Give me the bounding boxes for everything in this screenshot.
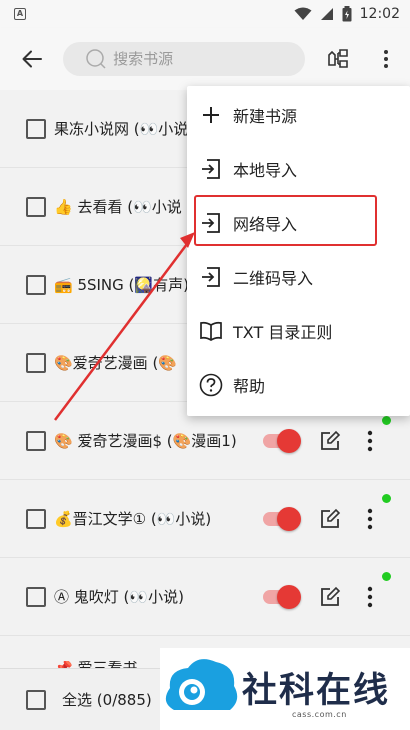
watermark-text: 社科在线 (242, 671, 391, 711)
menu-item-label: 网络导入 (233, 215, 298, 234)
enable-switch[interactable] (263, 506, 301, 531)
menu-item-local-import[interactable]: 本地导入 (187, 142, 410, 196)
row-checkbox[interactable] (26, 352, 46, 373)
select-all-checkbox[interactable] (26, 689, 46, 710)
list-item[interactable]: Ⓐ 鬼吹灯 (👀小说) (0, 558, 410, 636)
plus-icon (199, 103, 223, 127)
switch-knob (277, 506, 301, 531)
menu-item-help[interactable]: 帮助 (187, 358, 410, 412)
more-vert-icon[interactable] (362, 585, 378, 609)
watermark-logo (165, 659, 238, 710)
more-vert-icon (384, 50, 389, 68)
notification-icon: A (14, 8, 26, 20)
menu-item-qrcode-import[interactable]: 二维码导入 (187, 250, 410, 304)
search-input[interactable] (113, 50, 294, 68)
list-item[interactable]: 💰晋江文学① (👀小说) (0, 480, 410, 558)
battery-icon (342, 6, 352, 22)
update-dot (382, 572, 391, 581)
source-name: 🎨爱奇艺漫画 (🎨 (54, 354, 177, 372)
selection-count: (0/885) (96, 691, 152, 709)
menu-item-label: 二维码导入 (233, 269, 314, 288)
signal-icon (320, 8, 333, 20)
row-checkbox[interactable] (26, 196, 46, 217)
import-icon (199, 157, 223, 181)
import-icon (199, 265, 223, 289)
menu-item-network-import[interactable]: 网络导入 (187, 196, 410, 250)
row-checkbox[interactable] (26, 274, 46, 295)
row-checkbox[interactable] (26, 586, 46, 607)
source-name: 果冻小说网 (👀小说 (54, 120, 189, 138)
search-icon (86, 49, 106, 69)
overflow-menu: 新建书源 本地导入 网络导入 二维码导入 TXT 目录正则 帮助 (187, 86, 410, 416)
menu-item-new-source[interactable]: 新建书源 (187, 88, 410, 142)
watermark: 社科在线 cass.com.cn (160, 648, 410, 730)
menu-item-label: 新建书源 (233, 107, 298, 126)
source-name: Ⓐ 鬼吹灯 (👀小说) (54, 588, 184, 606)
menu-item-label: 帮助 (233, 377, 266, 396)
status-time: 12:02 (359, 6, 400, 22)
group-button[interactable] (315, 28, 362, 90)
back-button[interactable] (0, 28, 63, 90)
watermark-subtext: cass.com.cn (292, 710, 347, 719)
toolbar (0, 28, 410, 90)
switch-knob (277, 584, 301, 609)
book-open-icon (199, 319, 223, 343)
edit-icon[interactable] (319, 586, 341, 608)
switch-knob (277, 428, 301, 453)
menu-item-txt-toc-regex[interactable]: TXT 目录正则 (187, 304, 410, 358)
update-dot (382, 494, 391, 503)
menu-item-label: TXT 目录正则 (233, 323, 333, 342)
more-vert-icon[interactable] (362, 429, 378, 453)
status-bar: A 12:02 (0, 0, 410, 28)
row-checkbox[interactable] (26, 118, 46, 139)
arrow-left-icon (22, 50, 42, 68)
source-name: 🎨 爱奇艺漫画$ (🎨漫画1) (54, 432, 237, 450)
edit-icon[interactable] (319, 508, 341, 530)
update-dot (382, 416, 391, 425)
row-checkbox[interactable] (26, 508, 46, 529)
source-name: 👍 去看看 (👀小说 (54, 198, 182, 216)
search-box[interactable] (63, 42, 306, 76)
select-all-label[interactable]: 全选 (0/885) (62, 689, 152, 710)
more-vert-icon[interactable] (362, 507, 378, 531)
help-icon (199, 373, 223, 397)
import-icon (199, 211, 223, 235)
group-icon (328, 49, 348, 68)
menu-item-label: 本地导入 (233, 161, 298, 180)
enable-switch[interactable] (263, 428, 301, 453)
edit-icon[interactable] (319, 430, 341, 452)
enable-switch[interactable] (263, 584, 301, 609)
source-name: 📻 5SING (🎑有声) (54, 276, 189, 294)
row-checkbox[interactable] (26, 430, 46, 451)
select-all-text: 全选 (62, 691, 93, 709)
source-name: 💰晋江文学① (👀小说) (54, 510, 212, 528)
wifi-icon (294, 7, 312, 20)
more-menu-button[interactable] (363, 28, 410, 90)
